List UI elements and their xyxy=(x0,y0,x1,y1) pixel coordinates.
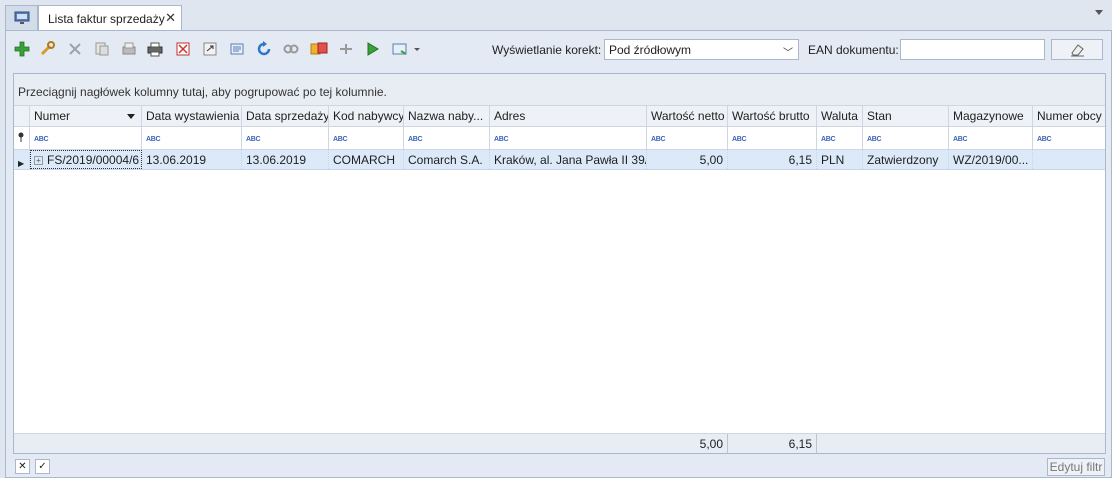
cell-adres[interactable]: Kraków, al. Jana Pawła II 39A xyxy=(490,150,647,169)
filter-row-icon xyxy=(14,127,30,149)
row-indicator: ▶ xyxy=(14,150,30,169)
copy-icon[interactable] xyxy=(93,40,111,58)
cell-wartosc-netto[interactable]: 5,00 xyxy=(647,150,728,169)
column-header-adres[interactable]: Adres xyxy=(490,106,647,126)
korekt-label: Wyświetlanie korekt: xyxy=(492,43,602,57)
print-preview-icon[interactable] xyxy=(120,40,138,58)
text-filter-icon: ABC xyxy=(1037,136,1052,143)
expand-icon[interactable]: + xyxy=(34,156,43,166)
ean-label: EAN dokumentu: xyxy=(808,43,899,57)
ean-input[interactable] xyxy=(900,39,1045,60)
filter-cell-wartosc-netto[interactable]: ABC xyxy=(647,127,728,149)
add-icon[interactable] xyxy=(13,40,31,58)
cell-waluta[interactable]: PLN xyxy=(817,150,863,169)
row-pointer-icon: ▶ xyxy=(18,159,25,168)
invoice-grid: Przeciągnij nagłówek kolumny tutaj, aby … xyxy=(13,73,1106,454)
total-netto: 5,00 xyxy=(647,434,728,453)
clear-filter-icon[interactable]: ✕ xyxy=(15,459,30,474)
filter-cell-waluta[interactable]: ABC xyxy=(817,127,863,149)
monitor-icon xyxy=(14,11,29,24)
filter-cell-wartosc-brutto[interactable]: ABC xyxy=(728,127,817,149)
text-filter-icon: ABC xyxy=(953,136,968,143)
move-icon[interactable] xyxy=(391,40,421,58)
cell-data-sprzedazy[interactable]: 13.06.2019 xyxy=(242,150,329,169)
korekt-select[interactable]: Pod źródłowym ﹀ xyxy=(604,39,799,60)
text-filter-icon: ABC xyxy=(146,136,161,143)
toolbar: Wyświetlanie korekt: Pod źródłowym ﹀ EAN… xyxy=(6,31,1111,67)
transform-icon[interactable] xyxy=(310,40,328,58)
cell-stan[interactable]: Zatwierdzony xyxy=(863,150,949,169)
text-filter-icon: ABC xyxy=(408,136,423,143)
link-icon[interactable] xyxy=(282,40,300,58)
total-brutto: 6,15 xyxy=(728,434,817,453)
cancel-document-icon[interactable] xyxy=(174,40,192,58)
summary-footer: 5,00 6,15 xyxy=(14,433,1105,453)
text-filter-icon: ABC xyxy=(821,136,836,143)
text-filter-icon: ABC xyxy=(246,136,261,143)
cell-wartosc-brutto[interactable]: 6,15 xyxy=(728,150,817,169)
text-filter-icon: ABC xyxy=(333,136,348,143)
close-icon[interactable]: ✕ xyxy=(165,10,176,26)
group-by-panel[interactable]: Przeciągnij nagłówek kolumny tutaj, aby … xyxy=(14,74,1105,106)
cell-magazynowe[interactable]: WZ/2019/00... xyxy=(949,150,1033,169)
filter-row: ABC ABC ABC ABC ABC ABC ABC ABC ABC ABC … xyxy=(14,127,1105,150)
split-icon[interactable] xyxy=(337,40,355,58)
play-icon[interactable] xyxy=(364,40,382,58)
cell-numer[interactable]: + FS/2019/00004/6 xyxy=(30,150,142,169)
filter-cell-data-wystawienia[interactable]: ABC xyxy=(142,127,242,149)
print-icon[interactable] xyxy=(146,40,164,58)
column-header-numer-obcy[interactable]: Numer obcy xyxy=(1033,106,1106,126)
document-icon[interactable] xyxy=(228,40,246,58)
edit-icon[interactable] xyxy=(38,40,56,58)
text-filter-icon: ABC xyxy=(651,136,666,143)
cell-nazwa-nabywcy[interactable]: Comarch S.A. xyxy=(404,150,490,169)
main-panel: Wyświetlanie korekt: Pod źródłowym ﹀ EAN… xyxy=(5,30,1112,478)
tab-label: Lista faktur sprzedaży xyxy=(48,11,165,26)
edit-filter-button[interactable]: Edytuj filtr xyxy=(1047,458,1105,476)
filter-cell-magazynowe[interactable]: ABC xyxy=(949,127,1033,149)
table-row[interactable]: ▶ + FS/2019/00004/6 13.06.2019 13.06.2019… xyxy=(14,150,1105,170)
cell-kod-nabywcy[interactable]: COMARCH xyxy=(329,150,404,169)
column-header-data-wystawienia[interactable]: Data wystawienia xyxy=(142,106,242,126)
export-icon[interactable] xyxy=(201,40,219,58)
tab-home[interactable] xyxy=(5,5,38,30)
column-header-magazynowe[interactable]: Magazynowe xyxy=(949,106,1033,126)
tab-list-dropdown-icon[interactable] xyxy=(1095,10,1103,15)
tab-strip: Lista faktur sprzedaży ✕ xyxy=(0,0,1112,31)
clear-filter-button[interactable] xyxy=(1051,39,1103,60)
filter-cell-adres[interactable]: ABC xyxy=(490,127,647,149)
grid-header: Numer Data wystawienia Data sprzedaży Ko… xyxy=(14,106,1105,127)
delete-icon[interactable] xyxy=(66,40,84,58)
column-header-wartosc-netto[interactable]: Wartość netto xyxy=(647,106,728,126)
column-header-data-sprzedazy[interactable]: Data sprzedaży xyxy=(242,106,329,126)
pin-icon xyxy=(18,132,24,142)
column-header-nazwa-nabywcy[interactable]: Nazwa naby... xyxy=(404,106,490,126)
header-indicator xyxy=(14,106,30,126)
text-filter-icon: ABC xyxy=(34,136,49,143)
filter-bar: ✕ ✓ Edytuj filtr xyxy=(6,456,1111,478)
filter-cell-nazwa-nabywcy[interactable]: ABC xyxy=(404,127,490,149)
tab-lista-faktur-sprzedazy[interactable]: Lista faktur sprzedaży ✕ xyxy=(38,5,182,31)
column-header-waluta[interactable]: Waluta xyxy=(817,106,863,126)
column-header-kod-nabywcy[interactable]: Kod nabywcy xyxy=(329,106,404,126)
refresh-icon[interactable] xyxy=(255,40,273,58)
cell-data-wystawienia[interactable]: 13.06.2019 xyxy=(142,150,242,169)
text-filter-icon: ABC xyxy=(494,136,509,143)
text-filter-icon: ABC xyxy=(732,136,747,143)
chevron-down-icon: ﹀ xyxy=(783,48,793,59)
filter-cell-numer-obcy[interactable]: ABC xyxy=(1033,127,1106,149)
column-header-wartosc-brutto[interactable]: Wartość brutto xyxy=(728,106,817,126)
cell-numer-obcy[interactable] xyxy=(1033,150,1106,169)
text-filter-icon: ABC xyxy=(867,136,882,143)
filter-cell-numer[interactable]: ABC xyxy=(30,127,142,149)
filter-enabled-checkbox[interactable]: ✓ xyxy=(35,459,50,474)
sort-desc-icon xyxy=(127,114,135,119)
filter-cell-data-sprzedazy[interactable]: ABC xyxy=(242,127,329,149)
column-header-stan[interactable]: Stan xyxy=(863,106,949,126)
column-header-numer[interactable]: Numer xyxy=(30,106,142,126)
filter-cell-kod-nabywcy[interactable]: ABC xyxy=(329,127,404,149)
eraser-icon xyxy=(1071,43,1084,56)
korekt-select-value: Pod źródłowym xyxy=(609,43,692,57)
filter-cell-stan[interactable]: ABC xyxy=(863,127,949,149)
